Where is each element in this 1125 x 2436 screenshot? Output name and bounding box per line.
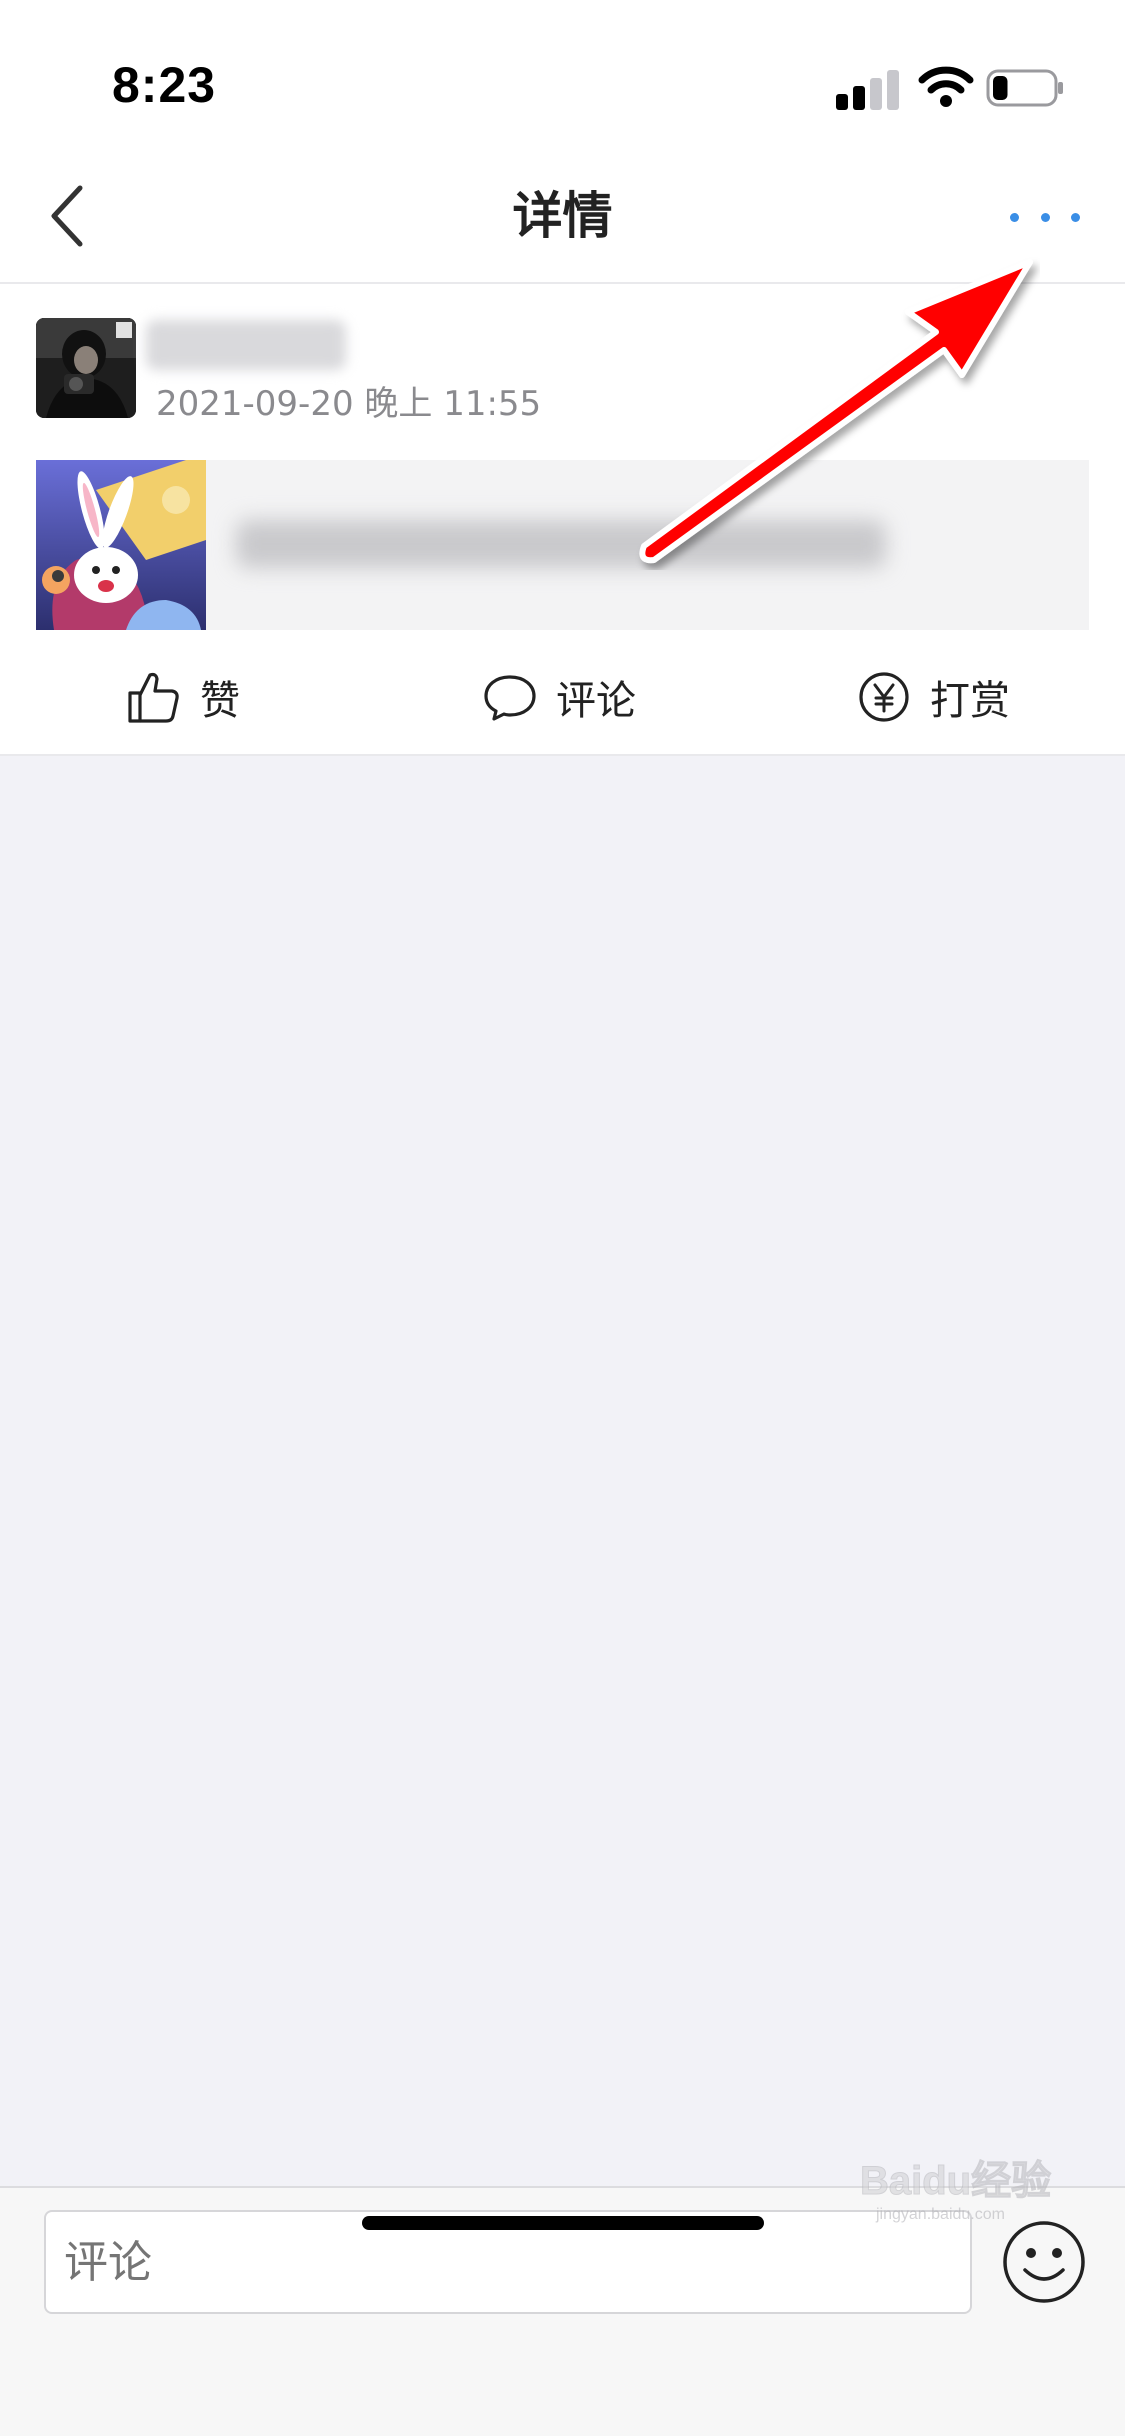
rabbit-mascot-image	[36, 460, 206, 630]
more-button[interactable]	[1010, 204, 1080, 230]
battery-icon	[986, 69, 1063, 107]
annotation-arrow-icon	[639, 259, 1033, 564]
like-button[interactable]: 赞	[126, 642, 240, 752]
status-time: 8:23	[112, 57, 217, 113]
detail-screen: 8:23 详情 2021-09-20 晚上 11:55 赞 评论 打赏 评论 B…	[0, 0, 1125, 2436]
more-dot	[1010, 212, 1019, 222]
avatar-image	[36, 318, 136, 418]
action-bar: 赞 评论 打赏	[0, 642, 1125, 752]
home-indicator[interactable]	[362, 2216, 764, 2230]
avatar[interactable]	[36, 318, 136, 418]
reward-label: 打赏	[930, 678, 1010, 724]
watermark-sub: jingyan.baidu.com	[876, 2206, 1005, 2223]
baidu-watermark: Baidu经验 jingyan.baidu.com	[859, 2144, 1100, 2234]
yen-coin-icon	[859, 672, 909, 722]
cellular-signal-icon	[836, 66, 900, 110]
shared-thumbnail	[36, 460, 206, 630]
like-label: 赞	[200, 678, 240, 724]
more-dot	[1040, 212, 1050, 222]
watermark-main: Baidu经验	[859, 2159, 1052, 2204]
speech-bubble-icon	[484, 675, 536, 721]
comment-button[interactable]: 评论	[482, 642, 636, 752]
comment-label: 评论	[556, 678, 636, 724]
username-blurred	[146, 320, 346, 370]
post-timestamp: 2021-09-20 晚上 11:55	[156, 384, 542, 424]
status-bar: 8:23	[0, 0, 1125, 150]
thumbs-up-icon	[128, 672, 179, 723]
more-dot	[1071, 212, 1080, 222]
wifi-icon	[918, 66, 974, 107]
reward-button[interactable]: 打赏	[856, 642, 1010, 752]
